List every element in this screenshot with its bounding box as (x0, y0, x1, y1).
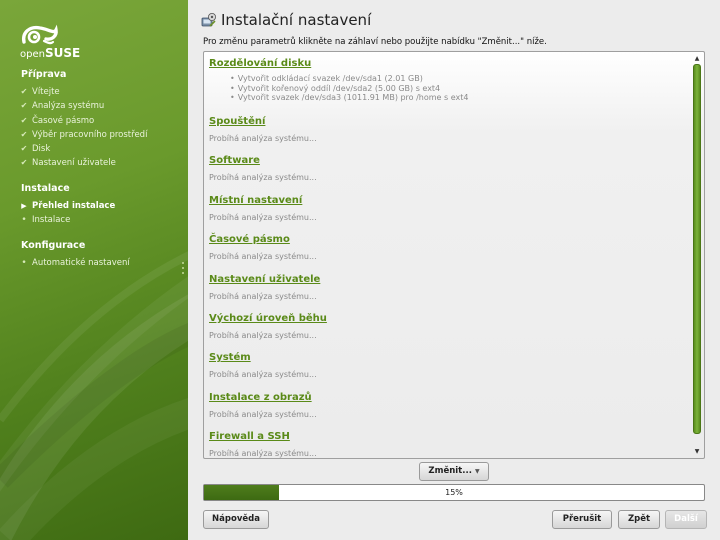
step-item: • Automatické nastavení (21, 256, 130, 270)
step-label: Výběr pracovního prostředí (32, 129, 148, 140)
scroll-thumb[interactable] (693, 64, 701, 434)
section-link-booting[interactable]: Spouštění (209, 114, 689, 129)
section-status: Probíhá analýza systému... (209, 370, 317, 380)
opensuse-logo: openSUSE (20, 24, 80, 60)
section-status: Probíhá analýza systému... (209, 409, 317, 419)
section-link-software[interactable]: Software (209, 153, 689, 168)
step-label: Přehled instalace (32, 201, 116, 211)
section-status: Probíhá analýza systému... (209, 252, 317, 262)
step-label: Disk (32, 144, 51, 155)
step-label: Instalace (32, 215, 71, 226)
step-label: Analýza systému (32, 101, 105, 112)
section-title: Příprava (21, 69, 67, 80)
logo-name: SUSE (44, 46, 81, 60)
step-item: ✔ Analýza systému (21, 99, 147, 113)
step-label: Časové pásmo (32, 115, 95, 126)
section-status: Probíhá analýza systému... (209, 134, 317, 143)
bullet-icon: • (21, 215, 27, 226)
check-icon: ✔ (20, 144, 28, 154)
section-status: Probíhá analýza systému... (209, 449, 317, 459)
section-link-firewall[interactable]: Firewall a SSH (209, 429, 689, 444)
step-item: ✔ Vítejte (21, 85, 147, 99)
step-item-current: ▶ Přehled instalace (21, 199, 115, 213)
next-button[interactable]: Další (665, 510, 707, 529)
chevron-down-icon: ▼ (474, 468, 480, 475)
list-item: Vytvořit svazek /dev/sda3 (1011.91 MB) p… (230, 93, 689, 103)
section-status: Probíhá analýza systému... (209, 173, 317, 183)
step-item: ✔ Časové pásmo (21, 114, 147, 128)
installation-summary[interactable]: Rozdělování disku Vytvořit odkládací sva… (203, 51, 705, 459)
section-link-system[interactable]: Systém (209, 350, 689, 365)
play-arrow-icon: ▶ (21, 202, 27, 210)
check-icon: ✔ (20, 115, 28, 125)
progress-label: 15% (445, 488, 463, 497)
bullet-icon: • (21, 258, 27, 268)
step-item: ✔ Nastavení uživatele (21, 156, 147, 170)
list-item: Vytvořit kořenový oddíl /dev/sda2 (5.00 … (230, 84, 689, 94)
section-link-runlevel[interactable]: Výchozí úroveň běhu (209, 311, 689, 326)
step-label: Vítejte (32, 87, 60, 97)
section-link-image-install[interactable]: Instalace z obrazů (209, 390, 689, 405)
section-link-timezone[interactable]: Časové pásmo (209, 232, 689, 247)
scroll-track[interactable] (693, 64, 701, 446)
sidebar-section-preparation: Příprava ✔ Vítejte ✔ Analýza systému ✔ Časo… (20, 69, 148, 171)
step-label: Nastavení uživatele (32, 158, 116, 169)
change-menu-button[interactable]: Změnit... ▼ (419, 462, 489, 481)
help-button[interactable]: Nápověda (203, 510, 269, 529)
install-progress-bar: 15% (203, 484, 705, 501)
step-label: Automatické nastavení (32, 258, 130, 268)
logo-wordmark: openSUSE (20, 46, 80, 60)
gecko-icon (22, 24, 58, 45)
sidebar-section-configuration: Konfigurace • Automatické nastavení (21, 240, 130, 270)
partitioning-list: Vytvořit odkládací svazek /dev/sda1 (2.0… (209, 71, 689, 114)
back-button[interactable]: Zpět (618, 510, 660, 529)
main-panel: Instalační nastavení Pro změnu parametrů… (188, 0, 720, 540)
logo-prefix: open (20, 49, 45, 60)
step-item: ✔ Výběr pracovního prostředí (20, 128, 148, 142)
page-title: Instalační nastavení (221, 11, 372, 29)
sidebar-resize-handle[interactable] (181, 262, 185, 278)
summary-content: Rozdělování disku Vytvořit odkládací sva… (209, 56, 689, 459)
scroll-up-arrow-icon[interactable]: ▲ (692, 54, 702, 63)
change-button-label: Změnit... (428, 466, 472, 476)
section-link-user-settings[interactable]: Nastavení uživatele (209, 272, 689, 287)
abort-button[interactable]: Přerušit (552, 510, 612, 529)
section-link-partitioning[interactable]: Rozdělování disku (209, 56, 689, 71)
check-icon: ✔ (20, 101, 28, 111)
check-icon: ✔ (20, 87, 28, 96)
step-item: ✔ Disk (21, 142, 147, 156)
check-icon: ✔ (20, 129, 28, 139)
section-title: Instalace (21, 183, 70, 194)
section-status: Probíhá analýza systému... (209, 212, 317, 222)
check-icon: ✔ (20, 158, 28, 168)
scroll-down-arrow-icon[interactable]: ▼ (692, 447, 702, 456)
section-status: Probíhá analýza systému... (209, 291, 317, 301)
summary-scrollbar[interactable]: ▲ ▼ (692, 54, 702, 456)
sidebar: openSUSE Příprava ✔ Vítejte ✔ Analýza syst… (0, 0, 188, 540)
section-status: Probíhá analýza systému... (209, 330, 317, 340)
help-text: Pro změnu parametrů klikněte na záhlaví … (203, 37, 547, 47)
installer-icon (201, 13, 216, 27)
list-item: Vytvořit odkládací svazek /dev/sda1 (2.0… (230, 74, 689, 84)
section-title: Konfigurace (21, 240, 86, 251)
sidebar-section-installation: Instalace ▶ Přehled instalace • Instalace (21, 183, 115, 228)
step-item: • Instalace (21, 213, 115, 227)
section-link-locale[interactable]: Místní nastavení (209, 193, 689, 208)
